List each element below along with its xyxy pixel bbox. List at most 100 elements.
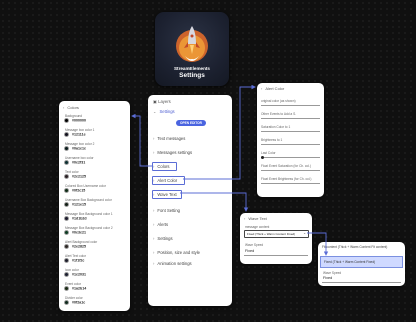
color-hex-value: #2c2125	[72, 174, 86, 179]
alert-field-input[interactable]	[261, 170, 320, 171]
section-label: Settings	[157, 236, 173, 241]
slider-knob[interactable]	[261, 156, 264, 159]
section-item[interactable]: › Animation settings	[153, 261, 192, 266]
alert-field-label: Float Event Brightness (for Ch. col.)	[261, 177, 312, 181]
color-swatch[interactable]	[64, 132, 69, 137]
color-item[interactable]: #1f1f2c	[64, 258, 84, 263]
message-select[interactable]: Fixed (Thick + Warm Content Fixed) ⌄	[244, 230, 309, 238]
logo-brand: StreamElements	[173, 66, 210, 71]
message-select-value: Fixed (Thick + Warm Content Fixed)	[247, 232, 296, 236]
alert-field-input[interactable]	[261, 183, 320, 184]
chevron-down-icon: ⌄	[153, 109, 157, 114]
color-swatch[interactable]	[64, 300, 69, 305]
color-swatch[interactable]	[64, 286, 69, 291]
wave-text-panel: ‹ Wave Text message content Fixed (Thick …	[240, 213, 312, 264]
alert-field-label: Brightness to 1	[261, 138, 283, 142]
color-swatch[interactable]	[64, 118, 69, 123]
color-swatch[interactable]	[64, 202, 69, 207]
color-item[interactable]: #0a1c1c	[64, 146, 86, 151]
open-editor-button[interactable]: OPEN EDITOR	[176, 120, 206, 126]
color-hex-value: #0c3c21	[72, 230, 86, 235]
color-swatch[interactable]	[64, 146, 69, 151]
chevron-right-icon: ›	[153, 261, 155, 266]
color-swatch[interactable]	[64, 216, 69, 221]
layers-panel: ▣ Layers ⌄ Settings OPEN EDITOR › Text mes…	[148, 95, 232, 306]
color-swatch[interactable]	[64, 244, 69, 249]
wave-panel-title: Wave Text	[248, 216, 267, 221]
section-label: Alerts	[157, 222, 169, 227]
speed-underline	[244, 255, 308, 256]
dropdown-option-selected[interactable]: Fixed (Thick + Warm Content Fixed)	[320, 256, 403, 268]
chevron-right-icon: ›	[153, 236, 155, 241]
color-item[interactable]: #12111e	[64, 132, 86, 137]
dropdown-header: Fit content (Thick + Warm Content Fit co…	[322, 245, 388, 249]
alert-field-input[interactable]	[261, 156, 320, 159]
color-swatch[interactable]	[64, 174, 69, 179]
dropdown-underline	[322, 282, 401, 283]
dropdown-option-label: Fixed (Thick + Warm Content Fixed)	[324, 260, 376, 264]
alert-panel-title: Alert Color	[265, 86, 285, 91]
color-hex-value: #2e2825	[72, 244, 86, 249]
alert-color-panel: ‹ Alert Color original color (as shown) Ot…	[257, 83, 324, 197]
color-item[interactable]: #0c2f31	[64, 160, 85, 165]
color-item[interactable]: #2e2825	[64, 244, 86, 249]
highlight-colors	[152, 162, 177, 171]
alert-field-label: Other Events to Add a S.	[261, 112, 297, 116]
section-label: Font Setting	[157, 208, 180, 213]
chevron-left-icon: ‹	[63, 105, 65, 110]
layers-header: ▣ Layers	[153, 99, 171, 104]
colors-panel-header[interactable]: ‹ Colors	[63, 105, 79, 110]
dropdown-option[interactable]: Fixed	[323, 276, 332, 280]
alert-field-label: Float Event Saturation (for Ch. col.)	[261, 164, 311, 168]
chevron-right-icon: ›	[153, 222, 155, 227]
section-label: Text messages	[157, 136, 186, 141]
color-item[interactable]: #000000	[64, 118, 86, 123]
speed-value[interactable]: Fixed	[245, 249, 254, 253]
color-hex-value: #0a1c1c	[72, 146, 86, 151]
color-hex-value: #1c2031	[72, 272, 86, 277]
section-item[interactable]: › Text messages	[153, 136, 185, 141]
color-item[interactable]: #1d1b2d	[64, 216, 87, 221]
section-item[interactable]: › Messages settings	[153, 150, 192, 155]
chevron-left-icon: ‹	[244, 216, 246, 221]
color-item[interactable]: #0f2a1c	[64, 300, 85, 305]
alert-field-label: original color (as shown)	[261, 99, 296, 103]
section-item[interactable]: › Settings	[153, 236, 173, 241]
colors-panel: ‹ Colors Background #000000 Message box col…	[59, 101, 130, 311]
color-item[interactable]: #2c2125	[64, 174, 86, 179]
color-item[interactable]: #1a2b14	[64, 286, 86, 291]
section-item[interactable]: › Font Setting	[153, 208, 180, 213]
color-swatch[interactable]	[64, 272, 69, 277]
wave-panel-header[interactable]: ‹ Wave Text	[244, 216, 267, 221]
chevron-left-icon: ‹	[261, 86, 263, 91]
highlight-alert-color	[152, 176, 185, 185]
section-item[interactable]: › Position, size and style	[153, 250, 200, 255]
chevron-right-icon: ›	[153, 208, 155, 213]
alert-field-input[interactable]	[261, 131, 320, 132]
message-label: message content	[245, 225, 270, 229]
alert-field-input[interactable]	[261, 118, 320, 119]
color-item[interactable]: #0f2c15	[64, 188, 85, 193]
color-hex-value: #121e15	[72, 202, 86, 207]
color-swatch[interactable]	[64, 188, 69, 193]
color-hex-value: #000000	[72, 118, 86, 123]
settings-tab[interactable]: ⌄ Settings	[153, 109, 175, 114]
section-label: Animation settings	[157, 261, 192, 266]
color-swatch[interactable]	[64, 160, 69, 165]
app-logo: StreamElements Settings	[155, 12, 229, 86]
color-swatch[interactable]	[64, 258, 69, 263]
alert-field-label: Saturation Color to 1	[261, 125, 291, 129]
color-hex-value: #1d1b2d	[72, 216, 87, 221]
color-item[interactable]: #121e15	[64, 202, 86, 207]
color-hex-value: #0f2a1c	[72, 300, 86, 305]
color-item[interactable]: #1c2031	[64, 272, 86, 277]
settings-tab-label: Settings	[159, 109, 175, 114]
colors-panel-title: Colors	[67, 105, 79, 110]
color-swatch[interactable]	[64, 230, 69, 235]
alert-panel-header[interactable]: ‹ Alert Color	[261, 86, 284, 91]
section-item[interactable]: › Alerts	[153, 222, 168, 227]
color-hex-value: #0c2f31	[72, 160, 86, 165]
alert-field-input[interactable]	[261, 105, 320, 106]
alert-field-input[interactable]	[261, 144, 320, 145]
color-item[interactable]: #0c3c21	[64, 230, 86, 235]
